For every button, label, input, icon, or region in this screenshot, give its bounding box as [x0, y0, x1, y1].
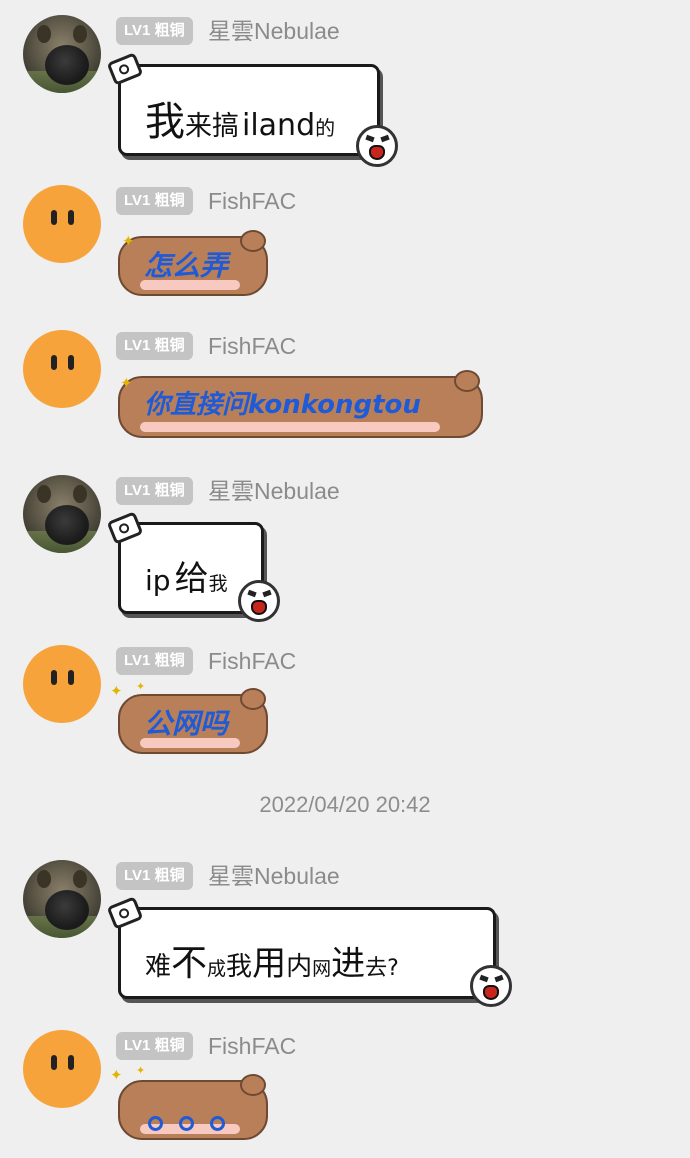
sparkle-icon: ✦	[120, 374, 133, 392]
avatar-nebulae[interactable]	[23, 15, 101, 93]
avatar-fishfac[interactable]	[23, 645, 101, 723]
message-bubble[interactable]: 你直接问konkongtou	[118, 370, 483, 438]
level-badge: LV1 粗铜	[116, 332, 193, 360]
bear-ear	[240, 688, 266, 710]
timestamp: 2022/04/20 20:42	[259, 792, 431, 817]
scream-face-icon	[470, 965, 512, 1007]
bear-ear	[454, 370, 480, 392]
level-badge: LV1 粗铜	[116, 1032, 193, 1060]
message-text: 公网吗	[144, 707, 229, 740]
scream-face-icon	[356, 125, 398, 167]
bear-ear	[240, 1074, 266, 1096]
avatar-fishfac[interactable]	[23, 330, 101, 408]
sender-name[interactable]: FishFAC	[208, 645, 296, 677]
message-text: 怎么弄	[144, 249, 229, 282]
sender-name[interactable]: 星雲Nebulae	[208, 15, 340, 47]
level-badge: LV1 粗铜	[116, 647, 193, 675]
message-text: ip 给我	[145, 559, 228, 599]
avatar-nebulae[interactable]	[23, 860, 101, 938]
avatar-fishfac[interactable]	[23, 185, 101, 263]
sender-name[interactable]: FishFAC	[208, 185, 296, 217]
ellipsis-dots	[148, 1116, 241, 1135]
sender-name[interactable]: FishFAC	[208, 1030, 296, 1062]
sparkle-icon: ✦	[110, 682, 123, 700]
sender-name[interactable]: 星雲Nebulae	[208, 475, 340, 507]
sparkle-icon: ✦	[110, 1066, 123, 1084]
bear-ear	[240, 230, 266, 252]
sparkle-icon: ✦	[122, 232, 135, 250]
avatar-fishfac[interactable]	[23, 1030, 101, 1108]
message-text: 难不成我用内网进去?	[145, 943, 399, 984]
message-bubble[interactable]	[118, 1074, 268, 1140]
message-bubble[interactable]: 我来搞 iland的	[118, 64, 380, 156]
sender-name[interactable]: 星雲Nebulae	[208, 860, 340, 892]
sender-name[interactable]: FishFAC	[208, 330, 296, 362]
avatar-nebulae[interactable]	[23, 475, 101, 553]
level-badge: LV1 粗铜	[116, 477, 193, 505]
sparkle-icon: ✦	[136, 680, 146, 693]
scream-face-icon	[238, 580, 280, 622]
message-text: 你直接问konkongtou	[144, 390, 421, 420]
message-bubble[interactable]: 难不成我用内网进去?	[118, 907, 496, 999]
level-badge: LV1 粗铜	[116, 17, 193, 45]
message-bubble[interactable]: 公网吗	[118, 688, 268, 754]
level-badge: LV1 粗铜	[116, 862, 193, 890]
message-text: 我来搞 iland的	[145, 99, 336, 145]
sparkle-icon: ✦	[136, 1064, 146, 1077]
level-badge: LV1 粗铜	[116, 187, 193, 215]
message-bubble[interactable]: 怎么弄	[118, 230, 268, 296]
